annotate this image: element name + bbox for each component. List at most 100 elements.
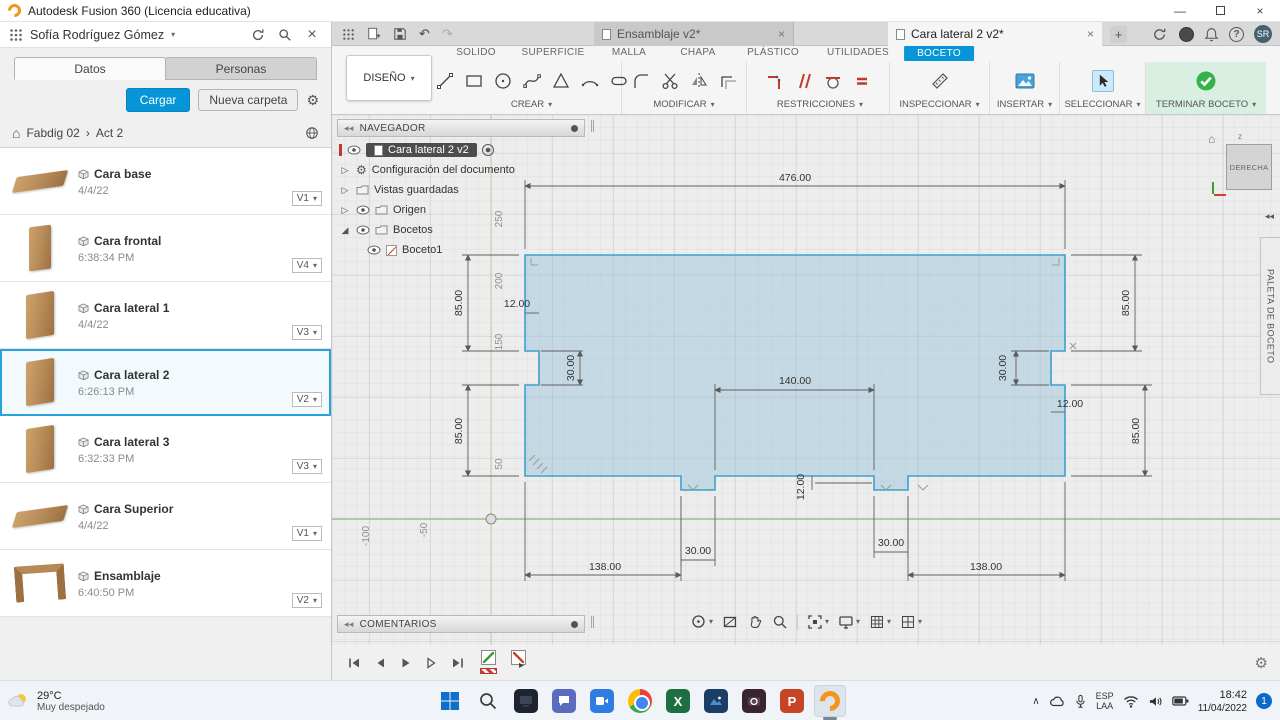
timeline-go-end-icon[interactable]	[448, 653, 468, 673]
line-tool-icon[interactable]	[434, 70, 456, 92]
viewports-icon[interactable]: ▾	[900, 614, 922, 630]
list-item-cara-lateral-2[interactable]: Cara lateral 2 6:26:13 PM V2▾	[0, 349, 331, 416]
wifi-icon[interactable]	[1123, 695, 1139, 708]
clock-widget[interactable]: 18:42 11/04/2022	[1198, 688, 1247, 715]
ribbon-tab-superficie[interactable]: SUPERFICIE	[521, 47, 584, 58]
tree-node-named-views[interactable]: ▷ Vistas guardadas	[339, 180, 515, 200]
trim-scissors-icon[interactable]	[659, 70, 681, 92]
tray-overflow-icon[interactable]: ∧	[1032, 696, 1039, 707]
version-badge[interactable]: V1▾	[292, 191, 322, 206]
new-folder-button[interactable]: Nueva carpeta	[198, 89, 298, 111]
settings-gear-icon[interactable]: ⚙	[306, 92, 319, 109]
visibility-eye-icon[interactable]	[367, 245, 381, 255]
version-badge[interactable]: V2▾	[292, 593, 322, 608]
expand-arrow-icon[interactable]: ▷	[339, 205, 351, 216]
visibility-eye-icon[interactable]	[356, 225, 370, 235]
ribbon-tab-malla[interactable]: MALLA	[612, 47, 646, 58]
home-icon[interactable]: ⌂	[12, 125, 20, 141]
close-panel-icon[interactable]: ×	[302, 25, 322, 45]
version-badge[interactable]: V3▾	[292, 459, 322, 474]
group-label-insert[interactable]: INSERTAR▾	[997, 99, 1052, 114]
refresh-icon[interactable]	[248, 25, 268, 45]
orbit-icon[interactable]: ▾	[690, 613, 713, 630]
desktop-app-icon[interactable]	[510, 685, 542, 717]
timeline-play-icon[interactable]	[396, 653, 416, 673]
job-status-icon[interactable]	[1149, 24, 1169, 44]
home-view-icon[interactable]: ⌂	[1208, 132, 1215, 146]
minimize-button[interactable]: —	[1160, 0, 1200, 22]
zoom-icon[interactable]	[772, 614, 788, 630]
list-item-cara-base[interactable]: Cara base 4/4/22 V1▾	[0, 148, 331, 215]
ribbon-tab-plastico[interactable]: PLÁSTICO	[747, 47, 799, 58]
upload-button[interactable]: Cargar	[126, 88, 191, 112]
version-badge[interactable]: V1▾	[292, 526, 322, 541]
redo-icon[interactable]: ↷	[442, 26, 453, 42]
dimension-bottom-right[interactable]: 138.00	[908, 482, 1065, 581]
rectangle-tool-icon[interactable]	[463, 70, 485, 92]
offset-tool-icon[interactable]	[717, 70, 739, 92]
dimension-right-upper[interactable]: 85.00	[1071, 255, 1142, 351]
root-document-name[interactable]: Cara lateral 2 v2	[388, 144, 469, 156]
ribbon-tab-chapa[interactable]: CHAPA	[680, 47, 715, 58]
notifications-bell-icon[interactable]	[1204, 27, 1219, 42]
expand-arrow-icon[interactable]: ▷	[339, 185, 351, 196]
onedrive-cloud-icon[interactable]	[1049, 694, 1065, 708]
tree-node-document-settings[interactable]: ▷ ⚙ Configuración del documento	[339, 160, 515, 180]
start-button[interactable]	[434, 685, 466, 717]
extensions-icon[interactable]	[1179, 27, 1194, 42]
measure-tool-icon[interactable]	[929, 70, 951, 92]
visibility-eye-icon[interactable]	[356, 205, 370, 215]
version-badge[interactable]: V4▾	[292, 258, 322, 273]
list-item-cara-frontal[interactable]: Cara frontal 6:38:34 PM V4▾	[0, 215, 331, 282]
panel-options-icon[interactable]	[571, 125, 578, 132]
sketch-profile[interactable]	[525, 255, 1065, 490]
collapse-left-icon[interactable]: ◂◂	[344, 619, 354, 630]
arc-tool-icon[interactable]	[579, 70, 601, 92]
ribbon-tab-utilidades[interactable]: UTILIDADES	[827, 47, 889, 58]
activate-radio-icon[interactable]	[482, 144, 494, 156]
battery-icon[interactable]	[1172, 695, 1189, 707]
list-item-ensamblaje[interactable]: Ensamblaje 6:40:50 PM V2▾	[0, 550, 331, 617]
visibility-eye-icon[interactable]	[347, 145, 361, 155]
save-icon[interactable]	[393, 27, 407, 41]
view-cube[interactable]: ⌂ z DERECHA	[1208, 132, 1278, 202]
chevron-down-icon[interactable]: ▾	[171, 30, 175, 39]
tree-node-label[interactable]: Vistas guardadas	[374, 184, 459, 196]
tree-node-label[interactable]: Origen	[393, 204, 426, 216]
app-grid-icon[interactable]	[9, 28, 23, 42]
view-cube-face[interactable]: DERECHA	[1226, 144, 1272, 190]
mirror-tool-icon[interactable]	[688, 70, 710, 92]
browser-panel-header[interactable]: ◂◂ NAVEGADOR	[337, 119, 585, 137]
breadcrumb-current[interactable]: Act 2	[96, 126, 123, 140]
look-at-icon[interactable]	[722, 614, 738, 630]
timeline-go-start-icon[interactable]	[344, 653, 364, 673]
teams-chat-icon[interactable]	[548, 685, 580, 717]
user-name[interactable]: Sofía Rodríguez Gómez	[30, 28, 164, 42]
maximize-button[interactable]	[1200, 0, 1240, 22]
model-canvas[interactable]: 476.00 85.00 85.00 12.00	[332, 115, 1280, 645]
timeline-settings-gear-icon[interactable]: ⚙	[1255, 654, 1268, 672]
dimension-foot-height[interactable]: 12.00	[795, 474, 872, 500]
dimension-bottom-left[interactable]: 138.00	[525, 482, 681, 581]
close-button[interactable]: ×	[1240, 0, 1280, 22]
insert-image-icon[interactable]	[1014, 70, 1036, 92]
select-cursor-icon[interactable]	[1092, 70, 1114, 92]
tree-node-label[interactable]: Bocetos	[393, 224, 433, 236]
display-settings-icon[interactable]: ▾	[838, 614, 860, 630]
microphone-icon[interactable]	[1074, 694, 1087, 709]
tab-datos[interactable]: Datos	[14, 57, 166, 80]
sketch-palette-tab[interactable]: PALETA DE BOCETO	[1260, 237, 1280, 395]
equal-constraint-icon[interactable]	[851, 70, 873, 92]
new-tab-button[interactable]: +	[1110, 26, 1127, 43]
fit-view-icon[interactable]: ▾	[807, 614, 829, 630]
undo-icon[interactable]: ↶	[419, 26, 430, 42]
comments-panel-header[interactable]: ◂◂ COMENTARIOS	[337, 615, 585, 633]
globe-share-icon[interactable]	[305, 126, 319, 140]
tree-node-sketches[interactable]: ◢ Bocetos	[339, 220, 515, 240]
expand-arrow-icon[interactable]: ▷	[339, 165, 351, 176]
group-label-constraints[interactable]: RESTRICCIONES▾	[773, 99, 863, 114]
collapse-arrow-icon[interactable]: ◢	[339, 225, 351, 236]
design-menu-button[interactable]: DISEÑO▾	[346, 55, 432, 101]
version-badge[interactable]: V2▾	[292, 392, 322, 407]
dimension-left-foot-width[interactable]: 30.00	[681, 496, 715, 566]
